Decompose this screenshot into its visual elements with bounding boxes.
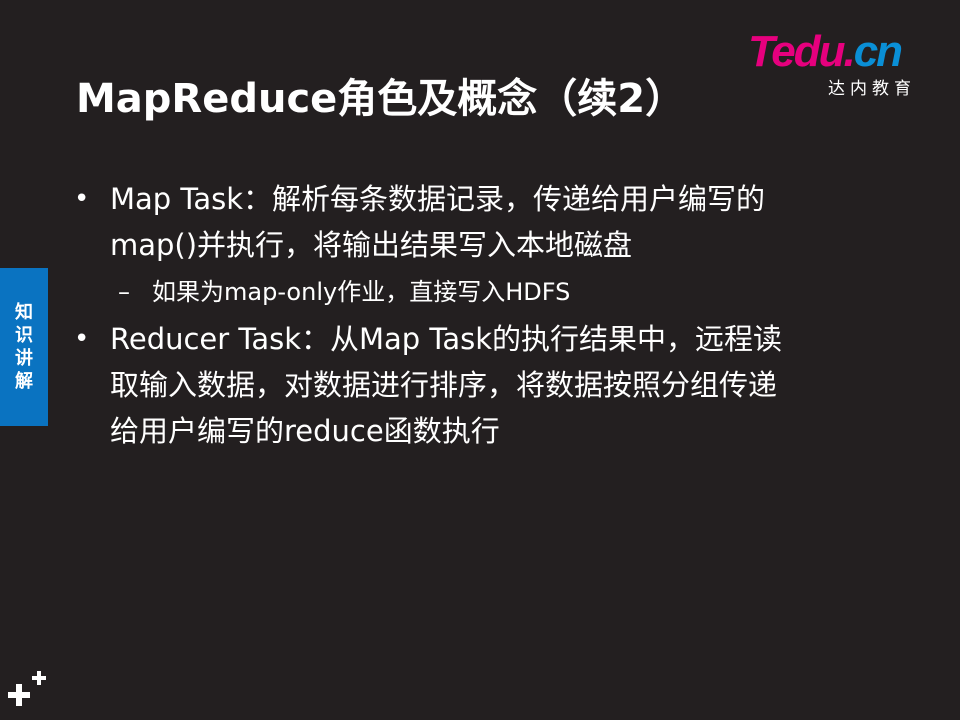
bullet-line: Map Task：解析每条数据记录，传递给用户编写的 — [110, 182, 766, 216]
tab-char: 解 — [15, 371, 33, 392]
logo-brand-cn: cn — [853, 27, 903, 76]
logo-brand-rest: edu. — [771, 27, 855, 76]
sub-bullet-text: 如果为map-only作业，直接写入HDFS — [152, 278, 571, 306]
bullet-line: 取输入数据，对数据进行排序，将数据按照分组传递 — [110, 368, 778, 402]
tab-char: 讲 — [15, 348, 33, 369]
logo-subtitle: 达内教育 — [828, 79, 916, 99]
logo-brand-t: T — [748, 27, 773, 76]
sub-bullet-map-only: – 如果为map-only作业，直接写入HDFS — [74, 272, 874, 312]
plus-decoration-icon — [8, 671, 46, 706]
bullet-map-task: • Map Task：解析每条数据记录，传递给用户编写的 map()并执行，将输… — [74, 176, 874, 268]
logo-wordmark: Tedu.cn — [748, 27, 903, 76]
bullet-list: • Map Task：解析每条数据记录，传递给用户编写的 map()并执行，将输… — [74, 176, 874, 454]
slide: MapReduce角色及概念（续2） Tedu.cn 达内教育 知 识 讲 解 … — [0, 0, 960, 720]
bullet-line: 给用户编写的reduce函数执行 — [110, 414, 500, 448]
bullet-reducer-task: • Reducer Task：从Map Task的执行结果中，远程读 取输入数据… — [74, 316, 874, 454]
tab-char: 识 — [15, 325, 33, 346]
knowledge-tab: 知 识 讲 解 — [0, 268, 48, 426]
sub-bullet-dash: – — [118, 278, 130, 306]
tab-char: 知 — [15, 302, 33, 323]
slide-title: MapReduce角色及概念（续2） — [76, 76, 686, 122]
bullet-line: Reducer Task：从Map Task的执行结果中，远程读 — [110, 322, 782, 356]
bullet-dot: • — [74, 324, 90, 354]
bullet-dot: • — [74, 184, 90, 214]
bullet-line: map()并执行，将输出结果写入本地磁盘 — [110, 228, 633, 262]
tedu-logo: Tedu.cn 达内教育 — [748, 27, 928, 100]
